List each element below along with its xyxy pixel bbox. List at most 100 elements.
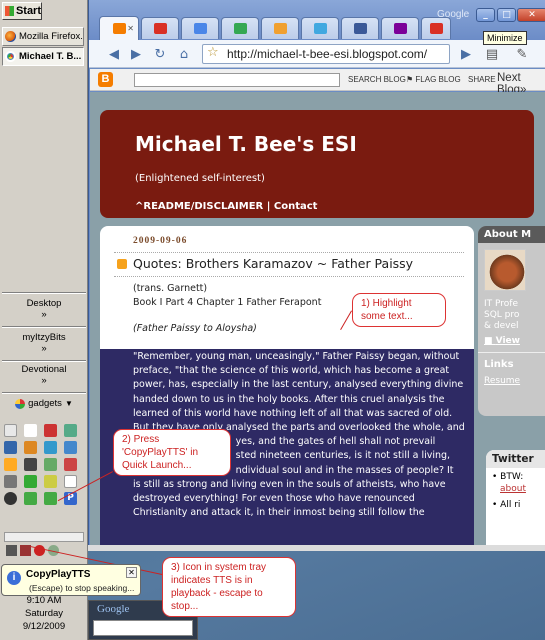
chrome-icon bbox=[5, 51, 16, 62]
back-icon[interactable] bbox=[44, 492, 57, 505]
player-icon[interactable] bbox=[64, 458, 77, 471]
firefox-ql-icon[interactable] bbox=[24, 441, 37, 454]
post-date: 2009-09-06 bbox=[133, 236, 188, 246]
tab-igoogle[interactable] bbox=[221, 17, 259, 39]
download-icon[interactable] bbox=[24, 475, 37, 488]
toolbar-myitzybits[interactable]: myItzyBits » bbox=[0, 332, 88, 354]
taskbar-item-chrome[interactable]: Michael T. B... bbox=[2, 47, 84, 66]
tab-blogger[interactable]: ✕ bbox=[99, 16, 139, 40]
media-icon[interactable] bbox=[4, 458, 17, 471]
gmail-icon-2 bbox=[429, 23, 443, 34]
tab-docs[interactable] bbox=[181, 17, 219, 39]
close-window-button[interactable]: ✕ bbox=[517, 8, 545, 22]
about-heading: About M bbox=[478, 226, 545, 243]
chevron-icon[interactable]: » bbox=[0, 343, 88, 354]
forward-icon[interactable] bbox=[24, 492, 37, 505]
quote-line: power, has, especially in the last centu… bbox=[133, 379, 464, 391]
blogger-navbar: B SEARCH BLOG ⚑ FLAG BLOG SHARE Next Blo… bbox=[90, 69, 545, 96]
divider bbox=[2, 360, 86, 362]
google-label: Google bbox=[437, 9, 470, 20]
tts-playback-icon[interactable] bbox=[6, 545, 17, 556]
chevron-icon[interactable]: » bbox=[0, 375, 88, 386]
clock-date: 9/12/2009 bbox=[22, 621, 66, 632]
settings-icon[interactable] bbox=[4, 475, 17, 488]
tweet-text: All ri bbox=[500, 500, 521, 510]
calc-icon[interactable] bbox=[44, 458, 57, 471]
close-icon[interactable]: ✕ bbox=[127, 24, 134, 33]
blogger-logo-icon[interactable]: B bbox=[98, 72, 113, 87]
forward-button[interactable]: ▶ bbox=[127, 45, 145, 63]
folder-icon[interactable] bbox=[44, 475, 57, 488]
wrench-icon[interactable]: ✎ bbox=[513, 45, 531, 63]
clock[interactable]: 9:10 AM Saturday 9/12/2009 bbox=[0, 594, 88, 633]
close-app-icon[interactable] bbox=[44, 424, 57, 437]
post-arrow-icon bbox=[117, 258, 127, 269]
tab-gmail-2[interactable] bbox=[421, 17, 451, 39]
reload-button[interactable]: ↻ bbox=[151, 45, 169, 63]
minimize-button[interactable]: _ bbox=[476, 8, 495, 22]
page-menu-icon[interactable]: ▤ bbox=[483, 45, 501, 63]
about-line: IT Profe bbox=[484, 299, 518, 309]
twitter-item: • BTW: bbox=[492, 472, 524, 482]
blank-icon-2[interactable] bbox=[64, 475, 77, 488]
close-icon[interactable]: ✕ bbox=[126, 567, 137, 578]
yahoo-icon bbox=[393, 23, 407, 34]
start-button[interactable]: Start bbox=[2, 2, 42, 20]
ie-icon[interactable] bbox=[64, 441, 77, 454]
go-button[interactable]: ▶ bbox=[457, 45, 475, 63]
home-button[interactable]: ⌂ bbox=[175, 45, 193, 63]
facebook-icon bbox=[353, 23, 367, 34]
tab-gmail[interactable] bbox=[141, 17, 179, 39]
tools-icon[interactable] bbox=[4, 424, 17, 437]
view-profile-link[interactable]: ■ View bbox=[478, 336, 545, 347]
explorer-icon[interactable] bbox=[4, 441, 17, 454]
quote-line: "Remember, young man, unceasingly," Fath… bbox=[133, 351, 460, 362]
contact-link[interactable]: Contact bbox=[274, 201, 318, 212]
blog-search-input[interactable] bbox=[134, 73, 340, 87]
network-icon[interactable] bbox=[44, 441, 57, 454]
tweet-link[interactable]: about bbox=[486, 482, 545, 494]
chevron-icon[interactable]: » bbox=[0, 309, 88, 320]
callout-tray-icon: 3) Icon in system tray indicates TTS is … bbox=[162, 557, 296, 617]
header-links: ^README/DISCLAIMER | Contact bbox=[135, 201, 317, 212]
toolbar-devotional[interactable]: Devotional » bbox=[0, 364, 88, 386]
toolbar-desktop[interactable]: Desktop » bbox=[0, 298, 88, 320]
window-bottom-border bbox=[88, 545, 545, 551]
tab-yahoo[interactable] bbox=[381, 17, 419, 39]
search-blog-link[interactable]: SEARCH BLOG bbox=[348, 75, 406, 84]
gadgets-label: gadgets bbox=[28, 398, 62, 409]
resume-link[interactable]: Resume bbox=[478, 376, 545, 387]
post-chapter: Book I Part 4 Chapter 1 Father Ferapont bbox=[133, 297, 322, 308]
readme-link[interactable]: ^README/DISCLAIMER bbox=[135, 201, 263, 212]
tab-twitter[interactable] bbox=[301, 17, 339, 39]
blog-title[interactable]: Michael T. Bee's ESI bbox=[135, 132, 357, 156]
terminal-icon[interactable] bbox=[24, 458, 37, 471]
address-bar[interactable]: http://michael-t-bee-esi.blogspot.com/ bbox=[202, 44, 450, 64]
taskbar-item-firefox[interactable]: Mozilla Firefox... bbox=[2, 27, 84, 46]
link-separator: | bbox=[266, 201, 271, 212]
tab-strip: ✕ Google _ □ ✕ bbox=[89, 0, 545, 40]
copyplaytts-icon[interactable] bbox=[4, 492, 17, 505]
google-gadget-label: Google bbox=[97, 603, 130, 615]
bookmark-star-icon[interactable]: ☆ bbox=[207, 45, 219, 60]
profile-photo[interactable] bbox=[484, 249, 526, 291]
gadgets-toolbar[interactable]: gadgets ▼ bbox=[0, 398, 88, 409]
globe-icon[interactable] bbox=[64, 424, 77, 437]
tab-facebook[interactable] bbox=[341, 17, 379, 39]
about-line: & devel bbox=[484, 321, 519, 331]
post-translator: (trans. Garnett) bbox=[133, 283, 208, 294]
post-title[interactable]: Quotes: Brothers Karamazov ~ Father Pais… bbox=[133, 256, 413, 271]
divider bbox=[2, 326, 86, 328]
dropdown-icon[interactable]: ▼ bbox=[65, 399, 73, 408]
flag-blog-link[interactable]: ⚑ FLAG BLOG bbox=[406, 75, 461, 84]
back-button[interactable]: ◀ bbox=[105, 45, 123, 63]
blank-icon[interactable] bbox=[24, 424, 37, 437]
blogger-icon bbox=[112, 23, 126, 34]
maximize-button[interactable]: □ bbox=[497, 8, 516, 22]
links-heading: Links bbox=[484, 359, 514, 370]
share-link[interactable]: SHARE bbox=[468, 75, 496, 84]
callout-highlight: 1) Highlight some text... bbox=[352, 293, 446, 327]
tab-reader[interactable] bbox=[261, 17, 299, 39]
google-gadget-search-input[interactable] bbox=[93, 620, 193, 636]
quick-launch: P bbox=[4, 424, 80, 505]
